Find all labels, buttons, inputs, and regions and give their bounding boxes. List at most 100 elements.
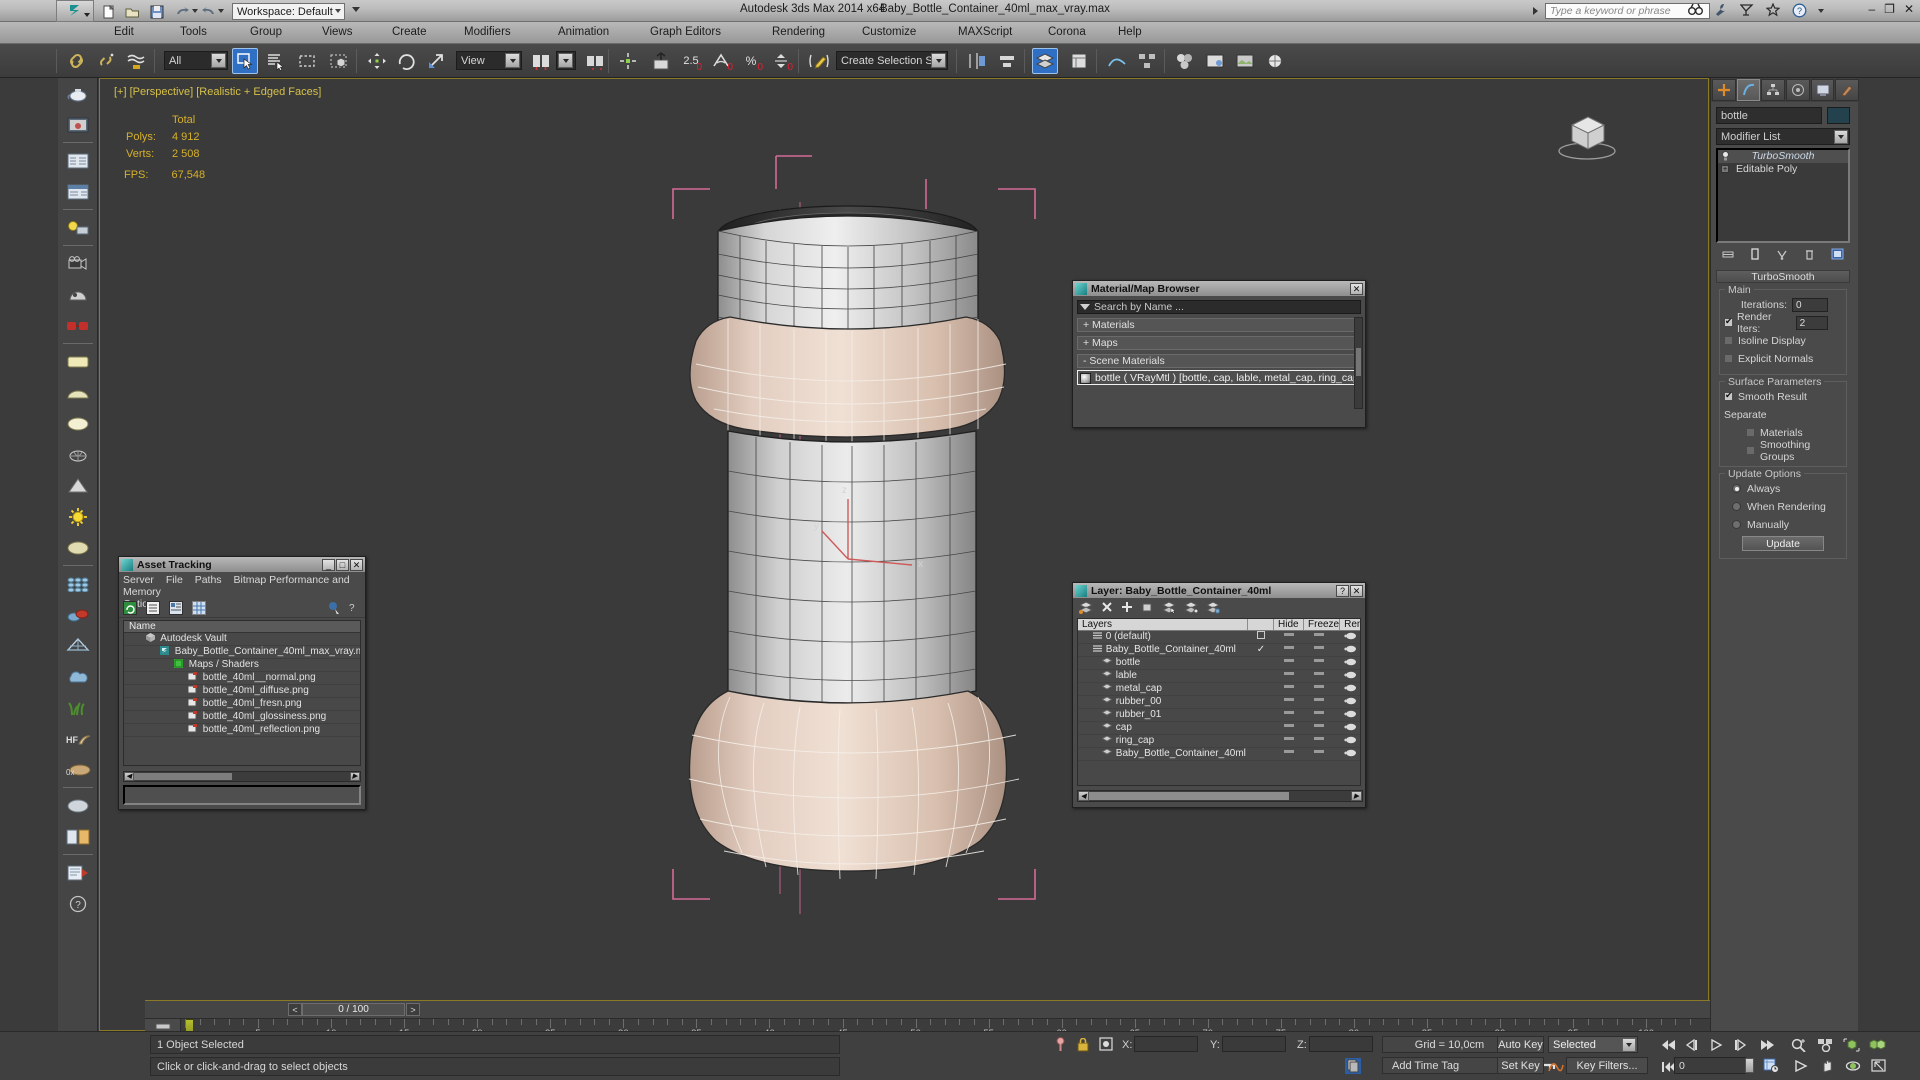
minimize-button[interactable]: – xyxy=(1868,2,1875,16)
orbit-icon[interactable] xyxy=(1844,1057,1862,1074)
new-file-icon[interactable] xyxy=(100,3,117,20)
asset-row-vault[interactable]: Autodesk Vault xyxy=(124,633,360,646)
binoculars-icon[interactable] xyxy=(1688,3,1703,18)
zoom-extents-all-icon[interactable] xyxy=(1868,1036,1886,1053)
asset-tracking-window[interactable]: Asset Tracking _ □ ✕ Server File Paths B… xyxy=(118,556,366,810)
array-icon[interactable] xyxy=(58,568,98,599)
render-toggle[interactable] xyxy=(1334,631,1360,643)
column-hide[interactable]: Hide xyxy=(1274,619,1304,630)
freeze-toggle[interactable] xyxy=(1304,735,1334,747)
select-objects-icon[interactable] xyxy=(1141,601,1154,613)
percent-snap-icon[interactable]: % 0 xyxy=(738,48,764,74)
close-icon[interactable]: ✕ xyxy=(350,558,363,571)
table-row[interactable]: Baby_Bottle_Container_40ml ✓ xyxy=(1078,644,1360,657)
satellite-icon[interactable] xyxy=(1740,3,1755,18)
use-pivot-center-icon[interactable] xyxy=(528,48,554,74)
freeze-toggle[interactable] xyxy=(1304,631,1334,643)
layer-manager-window[interactable]: Layer: Baby_Bottle_Container_40ml ? ✕ La… xyxy=(1072,582,1366,808)
spinner-snap-icon[interactable]: 0 xyxy=(768,48,794,74)
table-row[interactable]: rubber_00 xyxy=(1078,696,1360,709)
edit-named-selection-icon[interactable] xyxy=(806,48,832,74)
material-pair-icon[interactable] xyxy=(58,599,98,630)
render-toggle[interactable] xyxy=(1334,657,1360,669)
layer-properties-icon[interactable] xyxy=(1206,600,1220,614)
group-materials[interactable]: + Materials xyxy=(1077,318,1361,332)
scroll-thumb[interactable] xyxy=(1089,792,1289,800)
layer-active-checkbox[interactable]: ✓ xyxy=(1248,644,1274,656)
angle-snap-toggle-icon[interactable]: 0 xyxy=(708,48,734,74)
menu-item-rendering[interactable]: Rendering xyxy=(772,26,825,38)
minimize-icon[interactable]: _ xyxy=(322,558,335,571)
rollout-title[interactable]: TurboSmooth xyxy=(1716,270,1850,283)
field-of-view-icon[interactable] xyxy=(1792,1057,1810,1074)
hierarchy-tab[interactable] xyxy=(1761,79,1786,101)
asset-row-bitmap[interactable]: bottle_40ml__normal.png xyxy=(124,672,360,685)
auto-key-button[interactable]: Auto Key xyxy=(1497,1036,1544,1053)
asset-row-max-file[interactable]: Baby_Bottle_Container_40ml_max_vray.max xyxy=(124,646,360,659)
render-toggle[interactable] xyxy=(1334,696,1360,708)
star-icon[interactable] xyxy=(1766,3,1781,18)
lightbulb-icon[interactable] xyxy=(1721,151,1730,161)
key-filters-curve-icon[interactable] xyxy=(1548,1058,1564,1074)
previous-frame-button[interactable]: < xyxy=(288,1003,302,1016)
asset-row-bitmap[interactable]: bottle_40ml_diffuse.png xyxy=(124,685,360,698)
perspective-viewport[interactable]: [+] [Perspective] [Realistic + Edged Fac… xyxy=(99,78,1709,1031)
close-icon[interactable]: ✕ xyxy=(1350,282,1363,295)
lock-icon[interactable] xyxy=(1077,1038,1089,1052)
configure-modifier-sets-icon[interactable] xyxy=(1831,248,1844,260)
menu-item-modifiers[interactable]: Modifiers xyxy=(464,26,511,38)
open-file-icon[interactable] xyxy=(124,3,141,20)
list-view-icon[interactable] xyxy=(146,600,160,615)
select-rotate-icon[interactable] xyxy=(394,48,420,74)
freeze-toggle[interactable] xyxy=(1304,644,1334,656)
material-map-browser-window[interactable]: Material/Map Browser ✕ Search by Name ..… xyxy=(1072,280,1366,428)
play-animation-icon[interactable] xyxy=(1708,1036,1726,1053)
hide-toggle[interactable] xyxy=(1274,683,1304,695)
menu-item-paths[interactable]: Paths xyxy=(195,574,222,586)
baby-bottle-3d-model[interactable]: z y x xyxy=(100,79,1708,1030)
asset-tracking-list[interactable]: Name Autodesk Vault Baby_Bottle_Containe… xyxy=(123,620,361,766)
update-option-when-rendering[interactable]: When Rendering xyxy=(1724,499,1842,514)
help-icon[interactable]: ? xyxy=(1336,584,1349,597)
display-tab[interactable] xyxy=(1810,79,1835,101)
render-toggle[interactable] xyxy=(1334,670,1360,682)
smooth-result-checkbox[interactable] xyxy=(1724,390,1733,401)
zoom-extents-icon[interactable] xyxy=(1842,1036,1860,1053)
y-coordinate-field[interactable] xyxy=(1222,1036,1286,1052)
curve-editor-icon[interactable] xyxy=(1104,48,1130,74)
render-iters-spinner[interactable]: 2 xyxy=(1795,315,1828,330)
smooth-result-row[interactable]: Smooth Result xyxy=(1724,389,1842,404)
script-panel-icon[interactable] xyxy=(58,857,98,888)
workspace-more-icon[interactable] xyxy=(352,7,360,12)
spacewarp-icon[interactable] xyxy=(58,630,98,661)
render-preview-icon[interactable] xyxy=(58,109,98,140)
help-round-icon[interactable]: ? xyxy=(58,888,98,919)
modifier-stack-item-editable-poly[interactable]: + Editable Poly xyxy=(1718,163,1848,176)
hairfur-icon[interactable]: HF xyxy=(58,723,98,754)
scroll-right-icon[interactable]: ▶ xyxy=(350,772,360,781)
restore-button[interactable]: ❐ xyxy=(1884,2,1895,16)
hide-toggle[interactable] xyxy=(1274,657,1304,669)
menu-item-tools[interactable]: Tools xyxy=(180,26,207,38)
time-tag-icon[interactable] xyxy=(1345,1058,1361,1074)
asset-row-bitmap[interactable]: bottle_40ml_glossiness.png xyxy=(124,711,360,724)
when-rendering-radio[interactable] xyxy=(1732,502,1741,511)
select-layer-icon[interactable] xyxy=(1184,600,1198,614)
group-maps[interactable]: + Maps xyxy=(1077,336,1361,350)
render-setup-icon[interactable] xyxy=(1202,48,1228,74)
freeze-toggle[interactable] xyxy=(1304,683,1334,695)
mirror-icon[interactable] xyxy=(964,48,990,74)
named-selection-set-dropdown[interactable]: Create Selection Set xyxy=(836,51,948,70)
sphere-render-icon[interactable] xyxy=(58,790,98,821)
plane-primitive-icon[interactable] xyxy=(58,346,98,377)
sphere-primitive-icon[interactable] xyxy=(58,532,98,563)
close-button[interactable]: ✕ xyxy=(1904,2,1914,16)
current-frame-field[interactable]: 0 xyxy=(1674,1057,1746,1074)
create-tab[interactable] xyxy=(1712,79,1736,101)
expand-plus-icon[interactable]: + xyxy=(1721,165,1729,173)
search-input[interactable]: Type a keyword or phrase xyxy=(1545,3,1710,19)
table-row[interactable]: 0 (default) xyxy=(1078,631,1360,644)
hide-toggle[interactable] xyxy=(1274,631,1304,643)
refresh-icon[interactable] xyxy=(123,600,137,615)
show-end-result-icon[interactable] xyxy=(1750,248,1760,260)
